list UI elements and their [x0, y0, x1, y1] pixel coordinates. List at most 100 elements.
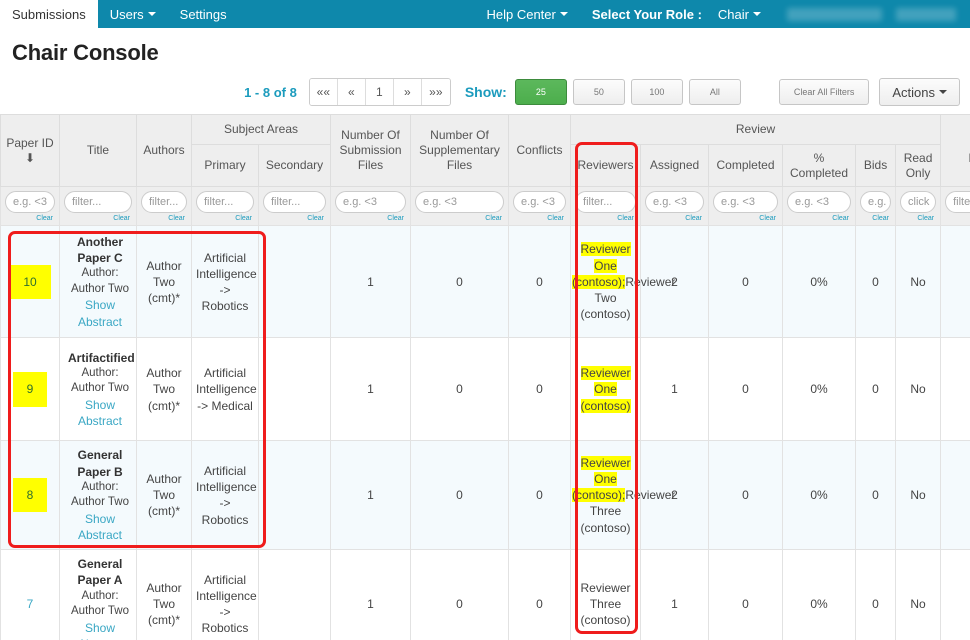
filter-clear-bids[interactable]: Clear [860, 214, 891, 223]
cell-assigned[interactable]: 1 [640, 549, 710, 640]
paper-title[interactable]: General Paper B [68, 447, 132, 479]
cell-read-only[interactable]: No [895, 549, 942, 640]
cell-conflicts[interactable]: 0 [508, 337, 572, 442]
filter-input-authors[interactable]: filter... [141, 191, 187, 213]
pager-next-button[interactable]: » [393, 79, 422, 105]
page-size-25-button[interactable]: 25 [514, 79, 567, 105]
paper-id-value[interactable]: 9 [12, 372, 48, 407]
show-abstract-link[interactable]: Show Abstract [68, 511, 132, 543]
table-row[interactable]: 9 Artifactified Author: Author Two Show … [0, 337, 970, 442]
filter-input-pct-completed[interactable]: e.g. <3 [787, 191, 852, 213]
cell-paper-id[interactable]: 8 [0, 440, 60, 551]
pager-prev-button[interactable]: « [337, 79, 366, 105]
clear-all-filters-button[interactable]: Clear All Filters [778, 79, 870, 105]
filter-clear-secondary[interactable]: Clear [263, 214, 326, 223]
column-header-reviewers[interactable]: Reviewers [570, 144, 642, 187]
cell-number-of-supplementary-files[interactable]: 0 [410, 225, 510, 339]
cell-paper-id[interactable]: 9 [0, 337, 60, 442]
filter-clear-title[interactable]: Clear [64, 214, 132, 223]
cell-number-of-submission-files[interactable]: 1 [330, 440, 412, 551]
paper-title[interactable]: General Paper A [68, 556, 132, 588]
show-abstract-link[interactable]: Show Abstract [68, 297, 132, 329]
paper-id-value[interactable]: 7 [23, 595, 38, 613]
column-header-title[interactable]: Title [59, 114, 137, 187]
table-row[interactable]: 7 General Paper A Author: Author Two Sho… [0, 549, 970, 640]
column-header-meta-reviewers[interactable]: MRevi [940, 114, 970, 187]
cell-read-only[interactable]: No [895, 337, 942, 442]
cell-number-of-supplementary-files[interactable]: 0 [410, 440, 510, 551]
nav-item-settings[interactable]: Settings [168, 0, 239, 28]
column-header-secondary[interactable]: Secondary [257, 144, 332, 187]
filter-input-number-of-submission-files[interactable]: e.g. <3 [335, 191, 407, 213]
filter-input-meta-reviewers[interactable]: filter... [945, 191, 970, 213]
column-header-bids[interactable]: Bids [855, 144, 897, 187]
filter-input-conflicts[interactable]: e.g. <3 [513, 191, 567, 213]
cell-conflicts[interactable]: 0 [508, 440, 572, 551]
column-header-paper-id[interactable]: Paper ID ⬇ [0, 114, 60, 187]
page-size-all-button[interactable]: All [688, 79, 741, 105]
filter-input-secondary[interactable]: filter... [263, 191, 327, 213]
cell-paper-id[interactable]: 10 [0, 225, 60, 339]
filter-clear-completed[interactable]: Clear [713, 214, 778, 223]
column-header-number-of-submission-files[interactable]: Number Of Submission Files [330, 114, 412, 187]
column-header-completed[interactable]: Completed [708, 144, 784, 187]
filter-clear-authors[interactable]: Clear [141, 214, 187, 223]
filter-input-assigned[interactable]: e.g. <3 [645, 191, 705, 213]
filter-clear-conflicts[interactable]: Clear [513, 214, 566, 223]
cell-conflicts[interactable]: 0 [508, 549, 572, 640]
show-abstract-link[interactable]: Show Abstract [68, 397, 132, 429]
pager-first-button[interactable]: «« [309, 79, 338, 105]
column-header-primary[interactable]: Primary [191, 144, 259, 187]
filter-input-primary[interactable]: filter... [196, 191, 254, 213]
page-size-50-button[interactable]: 50 [572, 79, 625, 105]
nav-item-users[interactable]: Users [98, 0, 168, 28]
filter-input-paper-id[interactable]: e.g. <3 [5, 191, 55, 213]
nav-item-help-center[interactable]: Help Center [474, 0, 579, 28]
column-header-authors[interactable]: Authors [136, 114, 192, 187]
filter-clear-meta-reviewers[interactable]: Clear [945, 214, 970, 223]
table-row[interactable]: 10 Another Paper C Author: Author Two Sh… [0, 225, 970, 339]
filter-clear-number-of-submission-files[interactable]: Clear [335, 214, 406, 223]
filter-clear-read-only[interactable]: Clear [900, 214, 936, 223]
filter-input-bids[interactable]: e.g. <3 [860, 191, 892, 213]
filter-input-completed[interactable]: e.g. <3 [713, 191, 779, 213]
filter-clear-paper-id[interactable]: Clear [5, 214, 55, 223]
cell-conflicts[interactable]: 0 [508, 225, 572, 339]
filter-input-number-of-supplementary-files[interactable]: e.g. <3 [415, 191, 505, 213]
pager-page-1-button[interactable]: 1 [365, 79, 394, 105]
cell-number-of-submission-files[interactable]: 1 [330, 225, 412, 339]
cell-read-only[interactable]: No [895, 225, 942, 339]
cell-number-of-submission-files[interactable]: 1 [330, 549, 412, 640]
nav-item-submissions[interactable]: Submissions [0, 0, 98, 28]
cell-number-of-submission-files[interactable]: 1 [330, 337, 412, 442]
column-header-number-of-supplementary-files[interactable]: Number Of Supplementary Files [410, 114, 510, 187]
filter-clear-reviewers[interactable]: Clear [575, 214, 636, 223]
column-header-assigned[interactable]: Assigned [640, 144, 710, 187]
column-header-read-only[interactable]: Read Only [895, 144, 942, 187]
cell-paper-id[interactable]: 7 [0, 549, 60, 640]
filter-input-title[interactable]: filter... [64, 191, 132, 213]
cell-number-of-supplementary-files[interactable]: 0 [410, 337, 510, 442]
filter-clear-pct-completed[interactable]: Clear [787, 214, 851, 223]
cell-assigned[interactable]: 1 [640, 337, 710, 442]
filter-input-reviewers[interactable]: filter... [575, 191, 637, 213]
paper-id-value[interactable]: 8 [12, 478, 48, 513]
cell-number-of-supplementary-files[interactable]: 0 [410, 549, 510, 640]
table-row[interactable]: 8 General Paper B Author: Author Two Sho… [0, 440, 970, 551]
filter-clear-assigned[interactable]: Clear [645, 214, 704, 223]
filter-input-read-only[interactable]: click [900, 191, 937, 213]
column-header-pct-completed[interactable]: % Completed [782, 144, 857, 187]
nav-item-role-chair[interactable]: Chair [706, 0, 773, 28]
actions-button-label: Actions [892, 84, 935, 100]
show-abstract-link[interactable]: Show Abstract [68, 620, 132, 640]
filter-clear-primary[interactable]: Clear [196, 214, 254, 223]
paper-id-value[interactable]: 10 [9, 264, 51, 300]
pager-last-button[interactable]: »» [421, 79, 450, 105]
cell-read-only[interactable]: No [895, 440, 942, 551]
actions-button[interactable]: Actions [879, 78, 960, 106]
filter-clear-number-of-supplementary-files[interactable]: Clear [415, 214, 504, 223]
paper-title[interactable]: Another Paper C [68, 234, 132, 266]
page-size-100-button[interactable]: 100 [630, 79, 683, 105]
column-header-conflicts[interactable]: Conflicts [508, 114, 572, 187]
paper-title[interactable]: Artifactified [68, 350, 135, 366]
